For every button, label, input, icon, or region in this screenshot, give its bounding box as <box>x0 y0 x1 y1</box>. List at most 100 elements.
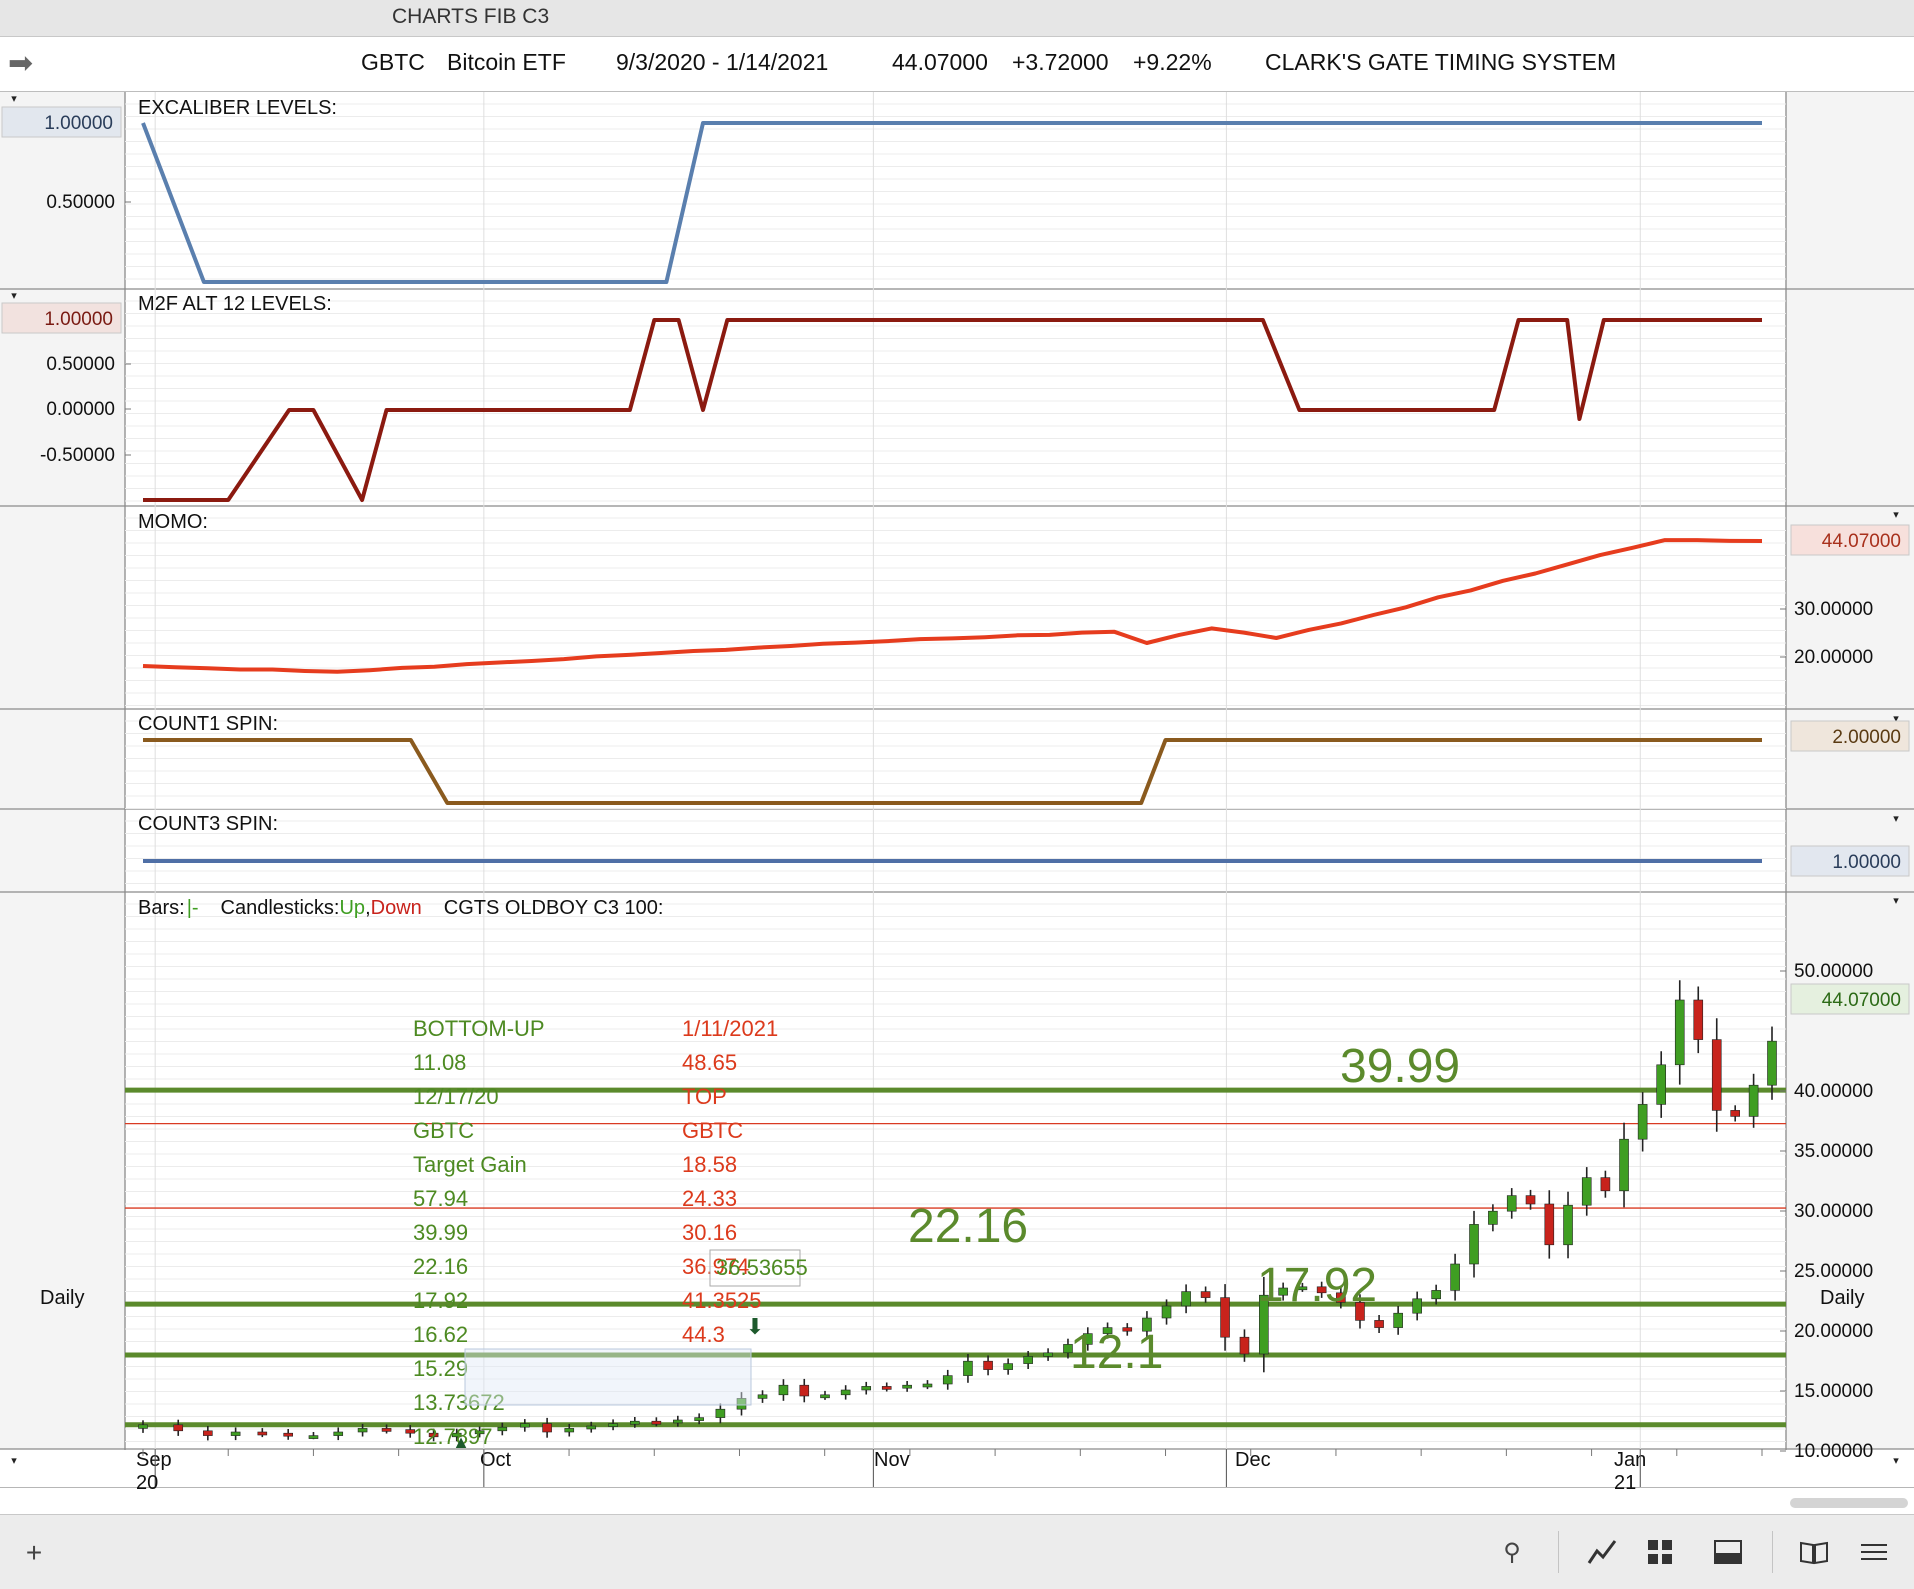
symbol-ticker: GBTC <box>361 49 425 75</box>
collapse-arrow-icon: ▾ <box>1893 895 1899 907</box>
big-label-1792: 17.92 <box>1257 1259 1377 1312</box>
candle-body <box>1239 1336 1250 1355</box>
candle-body <box>1637 1104 1648 1140</box>
candle-body <box>230 1431 241 1436</box>
excaliber-value-badge: 1.00000 <box>44 113 113 134</box>
price-tick: 20.00000 <box>1794 1321 1873 1342</box>
annotation-left-0: BOTTOM-UP <box>413 1016 545 1041</box>
candle-body <box>1374 1320 1384 1328</box>
chart-canvas[interactable]: ▾▾▾▾▾▾▾ ▾ BOTTOM-UP11.0812/17/20GBTCTarge… <box>0 92 1914 1514</box>
m2f-tick: -0.50000 <box>40 445 115 466</box>
candle-body <box>1674 999 1685 1066</box>
candle-body <box>1393 1312 1403 1328</box>
candle-body <box>673 1419 683 1424</box>
price-tick: 25.00000 <box>1794 1261 1873 1282</box>
candle-body <box>1488 1210 1498 1225</box>
legend-candlesticks: Candlesticks: <box>221 897 340 919</box>
symbol-name: Bitcoin ETF <box>447 49 566 75</box>
annotation-right-3: GBTC <box>682 1118 743 1143</box>
panel-layout-icon[interactable] <box>1710 1535 1746 1571</box>
candle-body <box>1600 1177 1611 1192</box>
candle-body <box>1431 1290 1441 1300</box>
momo-value-badge: 44.07000 <box>1822 531 1901 552</box>
selection-box <box>464 1348 752 1406</box>
menu-icon[interactable] <box>1856 1535 1892 1571</box>
window-titlebar: CHARTS FIB C3 <box>0 0 1914 37</box>
candle-body <box>963 1360 973 1376</box>
month-label: Jan <box>1614 1449 1646 1471</box>
bottom-toolbar: + ⚲ <box>0 1514 1914 1589</box>
search-icon[interactable]: ⚲ <box>1494 1535 1530 1571</box>
up-arrow-icon: ▲ <box>452 1432 470 1452</box>
system-name: CLARK'S GATE TIMING SYSTEM <box>1265 49 1617 75</box>
month-label: Oct <box>480 1449 512 1471</box>
period-left[interactable]: Daily <box>40 1287 84 1309</box>
candle-body <box>840 1389 851 1396</box>
horizontal-scrollbar[interactable] <box>1790 1498 1908 1508</box>
price-tick: 10.00000 <box>1794 1441 1873 1462</box>
price-tick: 30.00000 <box>1794 1201 1873 1222</box>
annotation-right-0: 1/11/2021 <box>682 1016 778 1041</box>
window-title: CHARTS FIB C3 <box>392 5 550 28</box>
price-tick: 50.00000 <box>1794 961 1873 982</box>
annotation-right-1: 48.65 <box>682 1050 737 1075</box>
price-legend: Bars: |- Candlesticks:Up,Down CGTS OLDBOY C… <box>138 897 663 919</box>
legend-up: Up <box>339 897 365 919</box>
momo-panel-label: MOMO: <box>138 511 208 533</box>
candle-body <box>564 1428 575 1433</box>
candle-body <box>881 1386 892 1390</box>
candle-body <box>1711 1039 1722 1111</box>
candle-body <box>357 1428 368 1433</box>
excaliber-line <box>141 121 1762 284</box>
annotation-box-value: 36.53655 <box>716 1255 808 1280</box>
count3-value-badge: 1.00000 <box>1832 852 1901 873</box>
candle-body <box>651 1420 662 1425</box>
candle-body <box>586 1425 597 1430</box>
excaliber-tick: 0.50000 <box>46 192 115 213</box>
candle-body <box>757 1394 768 1399</box>
big-label-2216: 22.16 <box>908 1200 1028 1253</box>
right-axis-background <box>1786 92 1914 1449</box>
period-right[interactable]: Daily <box>1820 1287 1864 1309</box>
candle-body <box>308 1435 319 1439</box>
price-change: +3.72000 <box>1012 49 1109 75</box>
candle-body <box>283 1432 294 1437</box>
symbol-info-bar: ➡ GBTC Bitcoin ETF 9/3/2020 - 1/14/2021 … <box>0 37 1914 92</box>
candle-body <box>1220 1297 1230 1338</box>
candle-body <box>922 1383 933 1388</box>
m2f-tick: 0.50000 <box>46 354 115 375</box>
price-tick: 35.00000 <box>1794 1141 1873 1162</box>
candle-body <box>629 1420 640 1425</box>
price-tick: 40.00000 <box>1794 1081 1873 1102</box>
candle-body <box>257 1431 268 1436</box>
candle-body <box>1525 1195 1536 1205</box>
candle-body <box>902 1384 912 1389</box>
candle-body <box>1023 1356 1033 1364</box>
date-range: 9/3/2020 - 1/14/2021 <box>616 49 829 75</box>
candle-body <box>1161 1305 1172 1319</box>
annotation-left-4: Target Gain <box>413 1152 527 1177</box>
candle-body <box>1200 1291 1211 1298</box>
candle-body <box>1693 999 1704 1040</box>
month-label: Dec <box>1235 1449 1271 1471</box>
candle-body <box>608 1423 618 1427</box>
grid-layout-icon[interactable] <box>1642 1535 1678 1571</box>
year-label: 21 <box>1614 1472 1636 1494</box>
candle-body <box>942 1375 953 1385</box>
month-label: Sep <box>136 1449 172 1471</box>
year-label: 20 <box>136 1472 158 1494</box>
annotation-right-6: 30.16 <box>682 1220 737 1245</box>
annotation-right-4: 18.58 <box>682 1152 737 1177</box>
forward-arrow-icon[interactable]: ➡ <box>8 49 33 79</box>
big-label-121: 12.1 <box>1070 1326 1163 1379</box>
m2f-tick: 0.00000 <box>46 399 115 420</box>
price-tick: 15.00000 <box>1794 1381 1873 1402</box>
chart-line-icon[interactable] <box>1584 1535 1620 1571</box>
add-icon[interactable]: + <box>16 1535 52 1571</box>
collapse-arrow-icon: ▾ <box>1893 813 1899 825</box>
candle-body <box>173 1424 184 1432</box>
candle-body <box>1506 1195 1517 1212</box>
book-icon[interactable] <box>1796 1535 1832 1571</box>
candle-body <box>1003 1363 1013 1370</box>
annotation-left-1: 11.08 <box>413 1050 466 1075</box>
